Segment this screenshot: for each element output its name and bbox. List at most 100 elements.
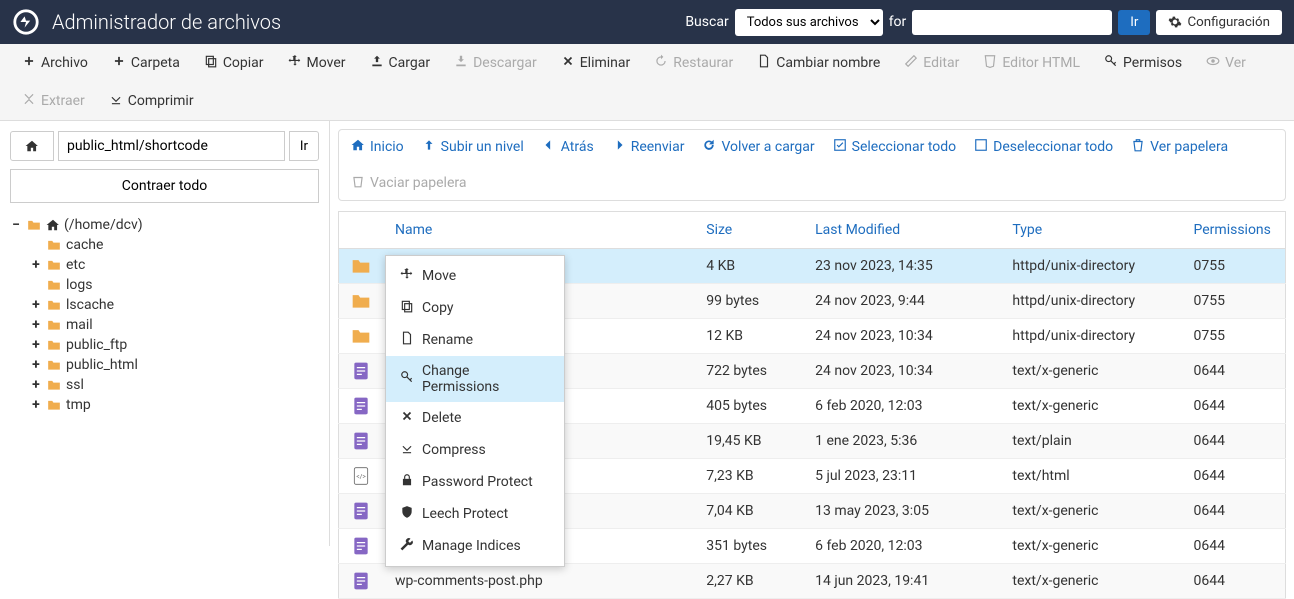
tree-item-tmp[interactable]: +tmp — [10, 395, 319, 415]
delete-icon — [400, 409, 414, 427]
file-modified: 24 nov 2023, 10:34 — [803, 319, 1000, 354]
action-volver-a-cargar-button[interactable]: Volver a cargar — [702, 138, 814, 156]
copy-icon — [204, 54, 218, 72]
tree-item-lscache[interactable]: +lscache — [10, 295, 319, 315]
tree-item-mail[interactable]: +mail — [10, 315, 319, 335]
back-icon — [542, 138, 556, 156]
folder-icon — [46, 338, 62, 352]
edit-icon — [904, 54, 918, 72]
trash-icon — [1131, 138, 1145, 156]
folder-icon — [46, 378, 62, 392]
search-go-button[interactable]: Ir — [1118, 10, 1150, 35]
copy-icon — [400, 299, 414, 317]
file-modified: 6 feb 2020, 12:03 — [803, 389, 1000, 424]
folder-icon — [46, 258, 62, 272]
file-type: text/x-generic — [1000, 389, 1181, 424]
top-header: Administrador de archivos Buscar Todos s… — [0, 0, 1294, 44]
toolbar-copiar-button[interactable]: Copiar — [192, 44, 276, 82]
col-icon-header[interactable] — [339, 212, 384, 249]
toolbar-permisos-button[interactable]: Permisos — [1092, 44, 1194, 82]
tree-item-etc[interactable]: +etc — [10, 255, 319, 275]
tree-item-ssl[interactable]: +ssl — [10, 375, 319, 395]
ctx-change-permissions[interactable]: Change Permissions — [386, 356, 564, 402]
action-seleccionar-todo-button[interactable]: Seleccionar todo — [833, 138, 956, 156]
file-size: 12 KB — [694, 319, 803, 354]
tree-item-cache[interactable]: cache — [10, 235, 319, 255]
file-name: wp-comments-post.php — [383, 564, 694, 599]
action-bar: Inicio Subir un nivel Atrás Reenviar Volver … — [338, 129, 1286, 201]
ctx-move[interactable]: Move — [386, 260, 564, 292]
tree-root[interactable]: −(/home/dcv) — [10, 215, 319, 235]
toolbar-restaurar-button: Restaurar — [642, 44, 745, 82]
ctx-delete[interactable]: Delete — [386, 402, 564, 434]
checkall-icon — [833, 138, 847, 156]
file-type: httpd/unix-directory — [1000, 319, 1181, 354]
file-type: text/x-generic — [1000, 494, 1181, 529]
path-input[interactable] — [58, 131, 285, 161]
gear-icon — [1168, 15, 1182, 29]
tree-item-public_html[interactable]: +public_html — [10, 355, 319, 375]
home-path-button[interactable] — [10, 131, 54, 161]
col-permissions-header[interactable]: Permissions — [1182, 212, 1286, 249]
table-row[interactable]: wp-comments-post.php2,27 KB14 jun 2023, … — [339, 564, 1286, 599]
main-toolbar: ArchivoCarpetaCopiarMoverCargarDescargar… — [0, 44, 1294, 121]
file-size: 7,23 KB — [694, 459, 803, 494]
uncheckall-icon — [974, 138, 988, 156]
move-icon — [288, 54, 302, 72]
file-permissions: 0644 — [1182, 354, 1286, 389]
cpanel-logo-icon — [12, 8, 40, 36]
file-permissions: 0644 — [1182, 459, 1286, 494]
folder-icon — [46, 318, 62, 332]
search-input[interactable] — [912, 10, 1112, 35]
action-reenviar-button[interactable]: Reenviar — [612, 138, 685, 156]
ctx-compress[interactable]: Compress — [386, 434, 564, 466]
file-modified: 14 jun 2023, 19:41 — [803, 564, 1000, 599]
ctx-leech-protect[interactable]: Leech Protect — [386, 498, 564, 530]
plus-icon — [112, 54, 126, 72]
upload-icon — [370, 54, 384, 72]
path-go-button[interactable]: Ir — [289, 131, 319, 161]
toolbar-descargar-button: Descargar — [442, 44, 549, 82]
file-permissions: 0644 — [1182, 424, 1286, 459]
folder-icon — [46, 358, 62, 372]
toolbar-archivo-button[interactable]: Archivo — [10, 44, 100, 82]
col-type-header[interactable]: Type — [1000, 212, 1181, 249]
ctx-manage-indices[interactable]: Manage Indices — [386, 530, 564, 562]
col-size-header[interactable]: Size — [694, 212, 803, 249]
toolbar-cargar-button[interactable]: Cargar — [358, 44, 443, 82]
folder-icon — [46, 278, 62, 292]
file-size: 19,45 KB — [694, 424, 803, 459]
col-name-header[interactable]: Name — [383, 212, 694, 249]
toolbar-eliminar-button[interactable]: Eliminar — [549, 44, 643, 82]
page-title: Administrador de archivos — [52, 10, 685, 34]
folder-icon — [46, 238, 62, 252]
restore-icon — [654, 54, 668, 72]
action-deseleccionar-todo-button[interactable]: Deseleccionar todo — [974, 138, 1113, 156]
tree-item-logs[interactable]: logs — [10, 275, 319, 295]
settings-button[interactable]: Configuración — [1156, 10, 1282, 35]
tree-item-public_ftp[interactable]: +public_ftp — [10, 335, 319, 355]
action-atrás-button[interactable]: Atrás — [542, 138, 594, 156]
toolbar-carpeta-button[interactable]: Carpeta — [100, 44, 192, 82]
toolbar-comprimir-button[interactable]: Comprimir — [97, 82, 206, 120]
ctx-copy[interactable]: Copy — [386, 292, 564, 324]
file-modified: 24 nov 2023, 10:34 — [803, 354, 1000, 389]
file-icon — [400, 331, 414, 349]
file-type: text/x-generic — [1000, 529, 1181, 564]
collapse-all-button[interactable]: Contraer todo — [10, 169, 319, 203]
toolbar-mover-button[interactable]: Mover — [276, 44, 358, 82]
action-inicio-button[interactable]: Inicio — [351, 138, 404, 156]
file-type: text/html — [1000, 459, 1181, 494]
ctx-rename[interactable]: Rename — [386, 324, 564, 356]
file-type: httpd/unix-directory — [1000, 249, 1181, 284]
action-ver-papelera-button[interactable]: Ver papelera — [1131, 138, 1228, 156]
ctx-password-protect[interactable]: Password Protect — [386, 466, 564, 498]
toolbar-cambiar-nombre-button[interactable]: Cambiar nombre — [745, 44, 892, 82]
toolbar-extraer-button: Extraer — [10, 82, 97, 120]
file-modified: 1 ene 2023, 5:36 — [803, 424, 1000, 459]
action-subir-un-nivel-button[interactable]: Subir un nivel — [422, 138, 524, 156]
search-scope-select[interactable]: Todos sus archivos — [735, 9, 883, 36]
col-modified-header[interactable]: Last Modified — [803, 212, 1000, 249]
plus-icon — [22, 54, 36, 72]
toolbar-editar-button: Editar — [892, 44, 971, 82]
